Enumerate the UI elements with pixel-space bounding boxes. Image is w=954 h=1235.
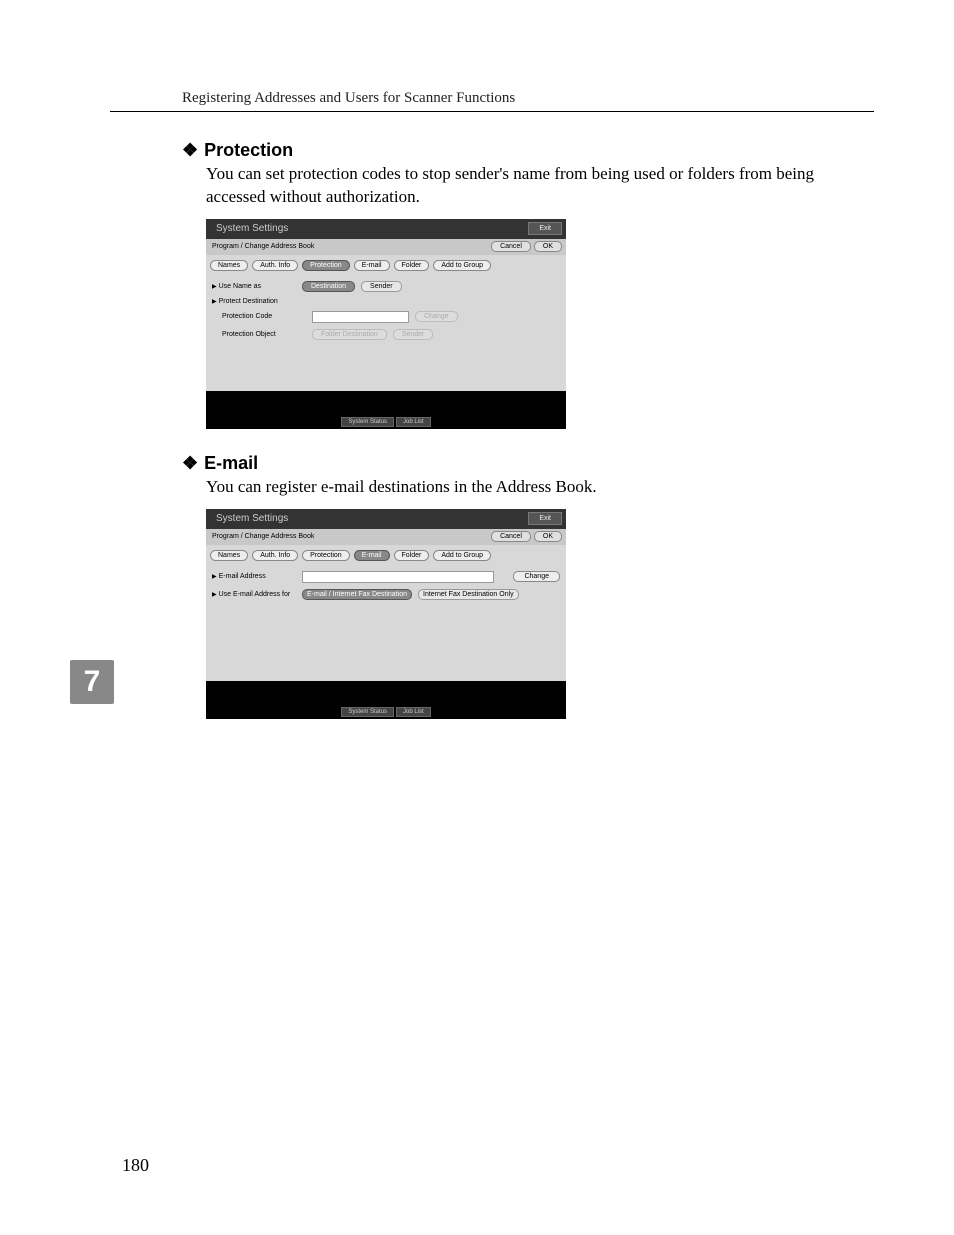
- section-heading-text: Protection: [204, 140, 293, 160]
- exit-button[interactable]: Exit: [528, 222, 562, 235]
- ss-title: System Settings: [210, 513, 528, 524]
- tab-email[interactable]: E-mail: [354, 260, 390, 271]
- ss-blackbar: [206, 681, 566, 705]
- folder-destination-button[interactable]: Folder Destination: [312, 329, 387, 340]
- ss-body: E-mail Address Change Use E-mail Address…: [206, 563, 566, 697]
- section-text-protection: You can set protection codes to stop sen…: [206, 163, 864, 209]
- ss-titlebar: System Settings Exit: [206, 509, 566, 529]
- ss-blackbar: [206, 391, 566, 415]
- label-use-name-as: Use Name as: [212, 283, 302, 290]
- screenshot-email: System Settings Exit Program / Change Ad…: [206, 509, 566, 719]
- system-status-button[interactable]: System Status: [341, 417, 394, 427]
- ss-subhead: Program / Change Address Book Cancel OK: [206, 529, 566, 545]
- diamond-icon: ❖: [182, 140, 198, 160]
- exit-button[interactable]: Exit: [528, 512, 562, 525]
- change-button[interactable]: Change: [415, 311, 458, 322]
- ss-body: Use Name as Destination Sender Protect D…: [206, 273, 566, 407]
- tab-folder[interactable]: Folder: [394, 260, 430, 271]
- ss-titlebar: System Settings Exit: [206, 219, 566, 239]
- ss-footer: System Status Job List: [206, 705, 566, 719]
- email-address-input[interactable]: [302, 571, 494, 583]
- ss-subtitle: Program / Change Address Book: [210, 243, 488, 250]
- internet-fax-only-button[interactable]: Internet Fax Destination Only: [418, 589, 519, 600]
- label-protection-object: Protection Object: [212, 331, 312, 338]
- ss-footer: System Status Job List: [206, 415, 566, 429]
- tab-protection[interactable]: Protection: [302, 260, 350, 271]
- diamond-icon: ❖: [182, 453, 198, 473]
- email-internet-fax-button[interactable]: E-mail / Internet Fax Destination: [302, 589, 412, 600]
- tab-names[interactable]: Names: [210, 550, 248, 561]
- sender-button-2[interactable]: Sender: [393, 329, 434, 340]
- tab-auth-info[interactable]: Auth. Info: [252, 550, 298, 561]
- change-button[interactable]: Change: [513, 571, 560, 582]
- tab-auth-info[interactable]: Auth. Info: [252, 260, 298, 271]
- ss-subtitle: Program / Change Address Book: [210, 533, 488, 540]
- section-heading-email: ❖ E-mail: [182, 453, 874, 474]
- sender-button[interactable]: Sender: [361, 281, 402, 292]
- ss-title: System Settings: [210, 223, 528, 234]
- cancel-button[interactable]: Cancel: [491, 241, 531, 252]
- job-list-button[interactable]: Job List: [396, 707, 431, 717]
- tab-names[interactable]: Names: [210, 260, 248, 271]
- tab-folder[interactable]: Folder: [394, 550, 430, 561]
- ss-subhead: Program / Change Address Book Cancel OK: [206, 239, 566, 255]
- ok-button[interactable]: OK: [534, 531, 562, 542]
- section-heading-text: E-mail: [204, 453, 258, 473]
- label-protect-destination: Protect Destination: [212, 298, 302, 305]
- protection-code-input[interactable]: [312, 311, 409, 323]
- tab-add-to-group[interactable]: Add to Group: [433, 550, 491, 561]
- label-use-email-for: Use E-mail Address for: [212, 591, 302, 598]
- tab-email[interactable]: E-mail: [354, 550, 390, 561]
- cancel-button[interactable]: Cancel: [491, 531, 531, 542]
- screenshot-protection: System Settings Exit Program / Change Ad…: [206, 219, 566, 429]
- section-text-email: You can register e-mail destinations in …: [206, 476, 864, 499]
- destination-button[interactable]: Destination: [302, 281, 355, 292]
- page-number: 180: [122, 1155, 149, 1176]
- tab-protection[interactable]: Protection: [302, 550, 350, 561]
- label-email-address: E-mail Address: [212, 573, 302, 580]
- system-status-button[interactable]: System Status: [341, 707, 394, 717]
- page-header: Registering Addresses and Users for Scan…: [110, 90, 874, 112]
- chapter-tab: 7: [70, 660, 114, 704]
- tab-add-to-group[interactable]: Add to Group: [433, 260, 491, 271]
- job-list-button[interactable]: Job List: [396, 417, 431, 427]
- label-protection-code: Protection Code: [212, 313, 312, 320]
- section-heading-protection: ❖ Protection: [182, 140, 874, 161]
- ok-button[interactable]: OK: [534, 241, 562, 252]
